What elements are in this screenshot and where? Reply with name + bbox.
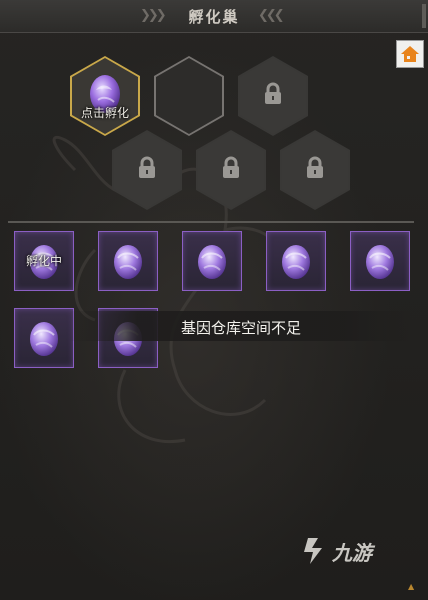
title-bar: ❯❯❯ 孵化巢 ❮❮❮ xyxy=(0,0,428,33)
corner-tag-icon: ▲ xyxy=(408,582,415,591)
egg-icon xyxy=(282,245,310,279)
egg-storage-slot-5[interactable] xyxy=(350,231,410,291)
lock-icon xyxy=(265,82,281,104)
egg-icon xyxy=(114,245,142,279)
nine-game-logo-icon xyxy=(304,538,322,564)
egg-icon xyxy=(30,322,58,356)
toast-message: 基因仓库空间不足 xyxy=(68,311,414,341)
toast-text: 基因仓库空间不足 xyxy=(180,319,301,337)
egg-icon xyxy=(198,245,226,279)
egg-storage-slot-2[interactable] xyxy=(98,231,158,291)
egg-slot-label: 孵化中 xyxy=(25,254,62,268)
home-button[interactable] xyxy=(396,40,424,68)
watermark-text: 九游 xyxy=(332,540,372,565)
home-icon xyxy=(401,46,419,62)
lock-icon xyxy=(223,156,239,178)
lock-icon xyxy=(307,156,323,178)
nest-slot-label: 点击孵化 xyxy=(80,106,129,120)
section-divider xyxy=(8,221,414,223)
page-title: 孵化巢 xyxy=(188,8,240,26)
egg-storage-slot-6[interactable] xyxy=(14,308,74,368)
watermark-logo: 九游 xyxy=(302,536,372,566)
header-right-marker xyxy=(422,4,426,28)
egg-storage-slot-1[interactable]: 孵化中 xyxy=(14,231,74,291)
egg-icon xyxy=(366,245,394,279)
right-chevron-decoration: ❮❮❮ xyxy=(258,8,285,23)
egg-storage-slot-3[interactable] xyxy=(182,231,242,291)
lock-icon xyxy=(139,156,155,178)
egg-storage-slot-4[interactable] xyxy=(266,231,326,291)
